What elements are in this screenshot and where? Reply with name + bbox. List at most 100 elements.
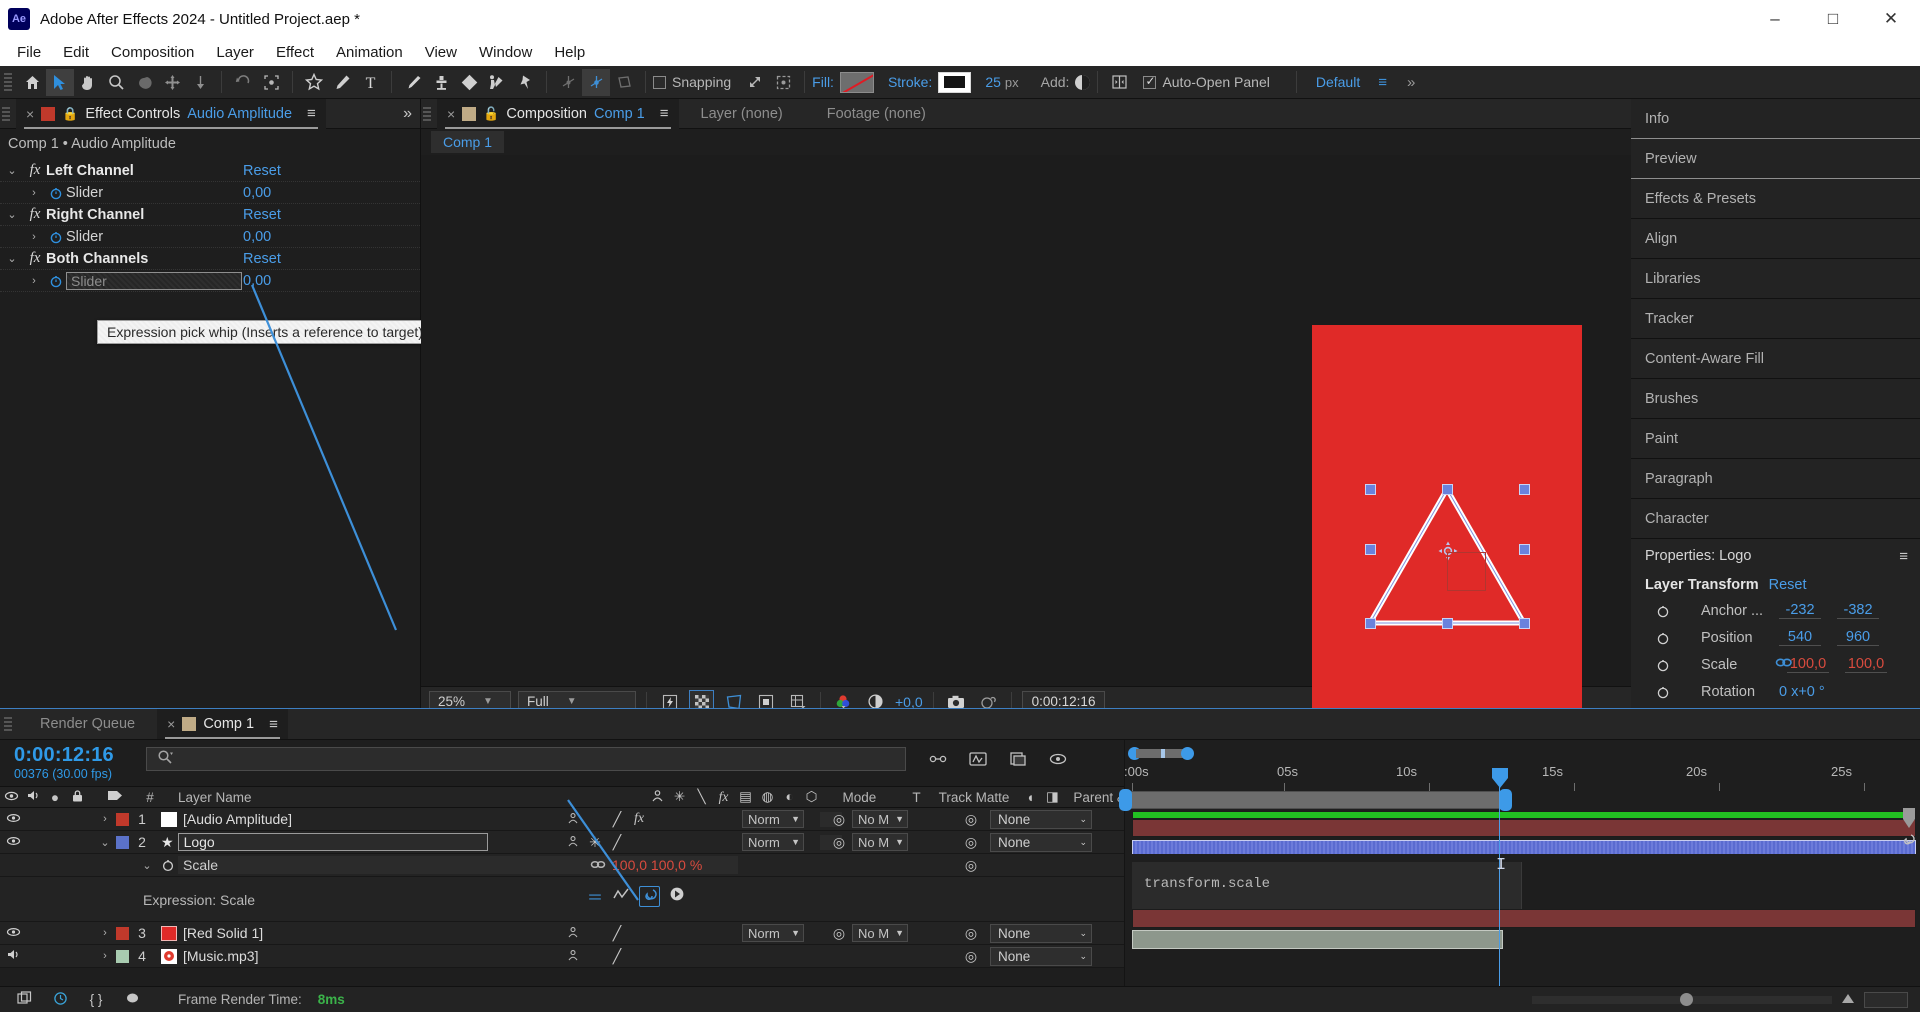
composition-mini-flowchart-icon[interactable]	[925, 746, 951, 772]
comp-marker-icon[interactable]	[1900, 833, 1917, 850]
hand-tool[interactable]	[74, 69, 102, 96]
parent-select[interactable]: None ⌄	[990, 923, 1092, 943]
type-tool[interactable]: T	[356, 69, 384, 96]
snap-arrow-icon[interactable]	[741, 69, 769, 96]
layer-name[interactable]: [Audio Amplitude]	[183, 811, 292, 827]
composition-viewer[interactable]	[421, 155, 1631, 808]
twirl-icon[interactable]: ⌄	[136, 859, 158, 872]
slider-name-input[interactable]: Slider	[66, 271, 242, 290]
effect-prop-right-slider[interactable]: › Slider 0,00	[0, 226, 420, 248]
parent-select[interactable]: None ⌄	[990, 832, 1092, 852]
parent-pickwhip-icon[interactable]: ◎	[960, 948, 982, 965]
twirl-icon[interactable]: ›	[94, 927, 116, 939]
audio-toggle[interactable]	[0, 948, 26, 964]
matte-target-icon[interactable]: ◎	[828, 834, 850, 851]
matte-target-icon[interactable]: ◎	[828, 811, 850, 828]
render-time-icon[interactable]	[50, 991, 70, 1009]
menu-animation[interactable]: Animation	[325, 40, 414, 65]
fill-swatch[interactable]	[839, 71, 874, 93]
auto-open-panel-checkbox[interactable]	[1143, 74, 1157, 89]
properties-menu-icon[interactable]: ≡	[1899, 548, 1908, 565]
link-icon[interactable]	[590, 857, 606, 873]
track-matte-select[interactable]: No M ▼	[852, 833, 908, 851]
position-3d-axis-icon[interactable]	[554, 69, 582, 96]
unlock-icon[interactable]: 🔓	[483, 106, 499, 122]
twirl-icon[interactable]: ⌄	[0, 164, 24, 177]
stopwatch-icon[interactable]	[158, 858, 178, 872]
sidebar-item-preview[interactable]: Preview	[1631, 139, 1920, 179]
property-anchor-point[interactable]: Anchor ... -232 -382	[1631, 597, 1920, 624]
panel-menu-icon[interactable]: ≡	[307, 105, 316, 122]
sidebar-item-effects-presets[interactable]: Effects & Presets	[1631, 179, 1920, 219]
selection-handle[interactable]	[1365, 618, 1376, 629]
workspace-more-icon[interactable]: »	[1407, 74, 1415, 91]
current-timecode[interactable]: 0:00:12:16	[0, 740, 114, 767]
menu-window[interactable]: Window	[468, 40, 543, 65]
orbit-tool[interactable]	[130, 69, 158, 96]
eye-toggle[interactable]	[0, 812, 26, 827]
blend-mode-select[interactable]: Norm ▼	[742, 810, 804, 828]
effects-toggle[interactable]: fx	[628, 811, 650, 827]
layer-transform-reset[interactable]: Reset	[1769, 577, 1807, 593]
eye-toggle[interactable]	[0, 926, 26, 941]
tab-comp1-timeline[interactable]: × Comp 1 ≡	[157, 709, 288, 739]
layer-name-input[interactable]: Logo	[177, 833, 488, 851]
property-value-x[interactable]: 540	[1779, 629, 1821, 646]
property-scale[interactable]: Scale 100,0 100,0	[1631, 651, 1920, 678]
parent-pickwhip-icon[interactable]: ◎	[960, 811, 982, 828]
twirl-icon[interactable]: ⌄	[0, 208, 24, 221]
rotation-tool[interactable]	[229, 69, 257, 96]
brush-tool[interactable]	[399, 69, 427, 96]
quality-toggle[interactable]: ╱	[606, 811, 628, 828]
property-value[interactable]: 0,00	[243, 229, 271, 245]
snapping-checkbox[interactable]	[653, 75, 666, 89]
sidebar-item-paragraph[interactable]: Paragraph	[1631, 459, 1920, 499]
eye-toggle[interactable]	[0, 835, 26, 850]
stopwatch-icon[interactable]	[46, 186, 66, 200]
twirl-icon[interactable]: ›	[22, 275, 46, 287]
home-icon[interactable]	[18, 69, 46, 96]
tab-effect-controls[interactable]: × 🔒 Effect Controls Audio Amplitude ≡	[16, 98, 326, 129]
close-button[interactable]: ✕	[1862, 0, 1920, 38]
close-icon[interactable]: ×	[447, 106, 455, 122]
stopwatch-icon[interactable]	[1653, 658, 1673, 672]
menu-layer[interactable]: Layer	[205, 40, 265, 65]
matte-alpha-icon[interactable]: ◖	[1019, 790, 1041, 805]
track-bar-red-solid[interactable]	[1132, 909, 1916, 928]
stroke-swatch[interactable]	[938, 71, 972, 93]
work-area-start-handle[interactable]	[1119, 789, 1132, 811]
effect-prop-both-slider[interactable]: › Slider 0,00	[0, 270, 420, 292]
scale-3d-axis-icon[interactable]	[610, 69, 638, 96]
clone-stamp-tool[interactable]	[427, 69, 455, 96]
expression-icon[interactable]: { }	[86, 992, 106, 1007]
work-area-bar[interactable]	[1126, 791, 1506, 809]
graph-icon[interactable]	[612, 886, 630, 906]
playhead-marker[interactable]	[1491, 767, 1509, 789]
selection-tool[interactable]	[46, 68, 74, 96]
stopwatch-icon[interactable]	[1653, 631, 1673, 645]
snap-bounds-icon[interactable]	[769, 69, 797, 96]
panel-menu-icon[interactable]: ≡	[269, 716, 278, 733]
draft-3d-icon[interactable]	[1005, 746, 1031, 772]
twirl-icon[interactable]: ⌄	[94, 836, 116, 849]
sidebar-item-brushes[interactable]: Brushes	[1631, 379, 1920, 419]
anchor-point-tool[interactable]	[257, 69, 285, 96]
timeline-ruler[interactable]: :00s 05s 10s 15s 20s 25s	[1124, 764, 1920, 794]
layer-label-color[interactable]	[116, 812, 129, 826]
property-value[interactable]: 0,00	[243, 273, 271, 289]
parent-pickwhip-icon[interactable]: ◎	[960, 925, 982, 942]
layer-label-color[interactable]	[116, 835, 129, 849]
stroke-width-value[interactable]: 25	[985, 74, 1001, 90]
matte-target-icon[interactable]: ◎	[828, 925, 850, 942]
menu-help[interactable]: Help	[543, 40, 596, 65]
twirl-icon[interactable]: ›	[94, 950, 116, 962]
twirl-icon[interactable]: ›	[94, 813, 116, 825]
menu-view[interactable]: View	[414, 40, 468, 65]
auto-open-panel-control[interactable]: Auto-Open Panel	[1143, 74, 1270, 90]
timeline-zoom-slider[interactable]	[1532, 992, 1832, 1006]
hide-shy-icon[interactable]	[1045, 746, 1071, 772]
stroke-label[interactable]: Stroke:	[888, 74, 932, 90]
effect-prop-left-slider[interactable]: › Slider 0,00	[0, 182, 420, 204]
track-matte-select[interactable]: No M ▼	[852, 810, 908, 828]
auto-open-panel-icon[interactable]	[1105, 69, 1133, 96]
